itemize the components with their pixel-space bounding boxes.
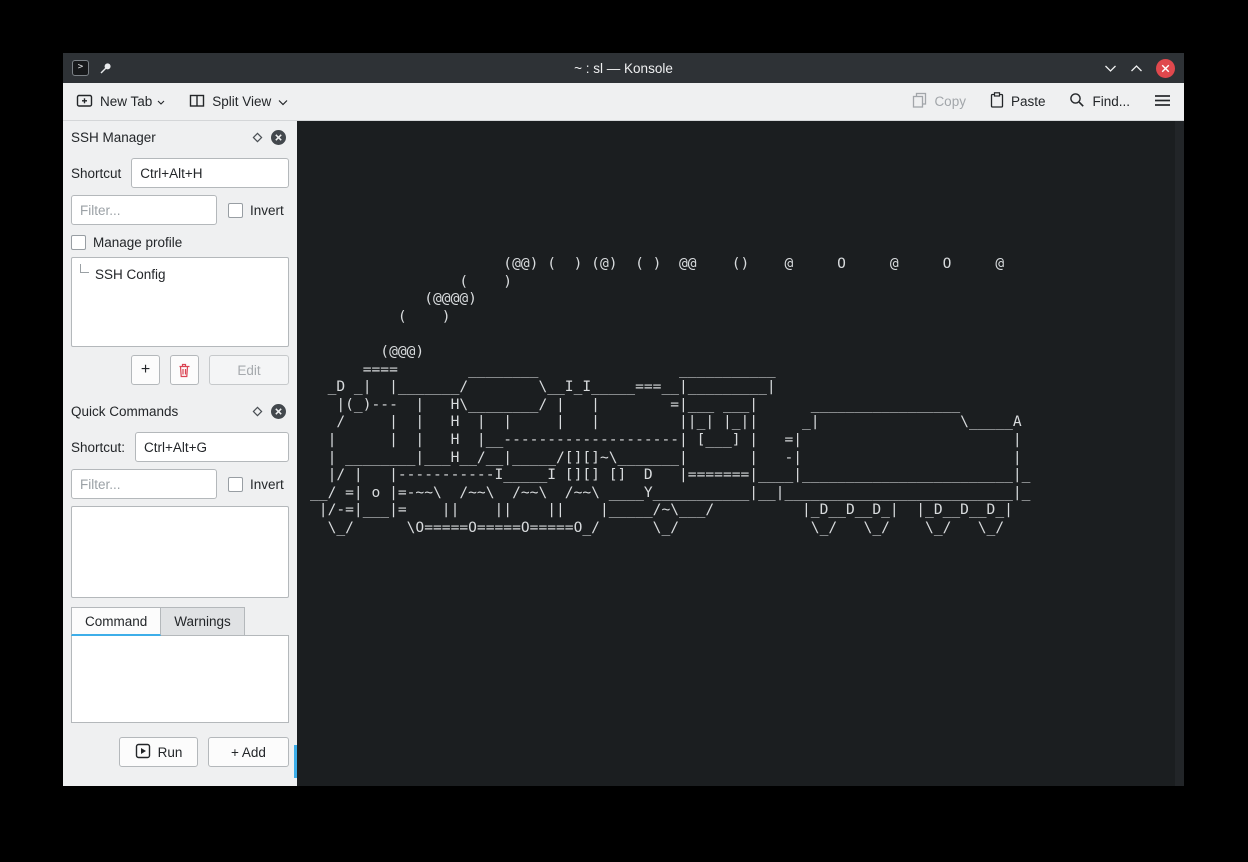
qc-invert-label: Invert (250, 477, 284, 492)
menu-button[interactable] (1154, 94, 1171, 110)
terminal-viewport[interactable]: (@@) ( ) (@) ( ) @@ () @ O @ O @ ( ) (@@… (297, 121, 1184, 786)
copy-icon (912, 92, 927, 111)
ssh-filter-input[interactable] (71, 195, 217, 225)
ssh-invert-label: Invert (250, 203, 284, 218)
copy-label: Copy (934, 94, 966, 109)
qc-filter-input[interactable] (71, 469, 217, 499)
ssh-shortcut-label: Shortcut (71, 166, 121, 181)
ssh-manager-title: SSH Manager (71, 130, 247, 145)
new-tab-icon (76, 93, 93, 111)
run-button[interactable]: Run (119, 737, 198, 767)
tree-item-label: SSH Config (95, 267, 166, 282)
qc-tabbar: Command Warnings (71, 607, 289, 636)
ssh-manager-header: SSH Manager (71, 124, 289, 151)
titlebar[interactable]: > ~ : sl — Konsole (63, 53, 1184, 83)
paste-icon (990, 92, 1004, 111)
run-icon (135, 743, 151, 762)
ssh-delete-button[interactable] (170, 355, 199, 385)
close-button[interactable] (1156, 59, 1175, 78)
ssh-invert-checkbox[interactable] (228, 203, 243, 218)
paste-button[interactable]: Paste (990, 92, 1046, 111)
new-tab-label: New Tab (100, 94, 152, 109)
find-button[interactable]: Find... (1069, 92, 1130, 111)
split-view-icon (189, 93, 205, 111)
sidebar: SSH Manager Shortcut Invert (63, 121, 297, 786)
search-icon (1069, 92, 1085, 111)
ssh-manager-panel: SSH Manager Shortcut Invert (71, 124, 289, 385)
quick-commands-list[interactable] (71, 506, 289, 598)
tree-item-ssh-config[interactable]: SSH Config (78, 263, 282, 285)
qc-invert-checkbox[interactable] (228, 477, 243, 492)
quick-commands-close-button[interactable] (268, 401, 289, 422)
split-view-label: Split View (212, 94, 271, 109)
ssh-manager-close-button[interactable] (268, 127, 289, 148)
ssh-edit-button[interactable]: Edit (209, 355, 289, 385)
ssh-config-tree[interactable]: SSH Config (71, 257, 289, 347)
maximize-button[interactable] (1130, 64, 1143, 73)
qc-shortcut-label: Shortcut: (71, 440, 125, 455)
run-label: Run (158, 745, 183, 760)
new-tab-button[interactable]: New Tab (76, 93, 165, 111)
qc-shortcut-input[interactable] (135, 432, 289, 462)
split-view-button[interactable]: Split View (189, 93, 288, 111)
konsole-app-icon[interactable]: > (72, 60, 89, 76)
manage-profile-label: Manage profile (93, 235, 182, 250)
tree-branch-icon (80, 264, 89, 273)
split-view-chevron-icon (278, 94, 288, 109)
window-title: ~ : sl — Konsole (63, 61, 1184, 76)
tab-command[interactable]: Command (71, 607, 161, 636)
minimize-button[interactable] (1104, 64, 1117, 73)
terminal-scrollbar[interactable] (1175, 121, 1184, 786)
tab-warnings[interactable]: Warnings (161, 607, 245, 636)
quick-commands-panel: Quick Commands Shortcut: Invert (71, 385, 289, 767)
ssh-add-button[interactable]: + (131, 355, 160, 385)
pin-icon[interactable] (99, 62, 112, 75)
konsole-window: > ~ : sl — Konsole New Tab (63, 53, 1184, 786)
quick-commands-float-button[interactable] (247, 401, 268, 422)
toolbar: New Tab Split View Copy (63, 83, 1184, 121)
new-tab-menu-chevron-icon[interactable] (157, 93, 165, 108)
qc-add-button[interactable]: + Add (208, 737, 289, 767)
paste-label: Paste (1011, 94, 1046, 109)
ssh-manager-float-button[interactable] (247, 127, 268, 148)
manage-profile-checkbox[interactable] (71, 235, 86, 250)
terminal-output: (@@) ( ) (@) ( ) @@ () @ O @ O @ ( ) (@@… (310, 255, 1030, 537)
ssh-shortcut-input[interactable] (131, 158, 289, 188)
quick-commands-title: Quick Commands (71, 404, 247, 419)
quick-commands-header: Quick Commands (71, 398, 289, 425)
copy-button[interactable]: Copy (912, 92, 966, 111)
hamburger-icon (1154, 94, 1171, 110)
find-label: Find... (1092, 94, 1130, 109)
command-editor[interactable] (71, 635, 289, 723)
